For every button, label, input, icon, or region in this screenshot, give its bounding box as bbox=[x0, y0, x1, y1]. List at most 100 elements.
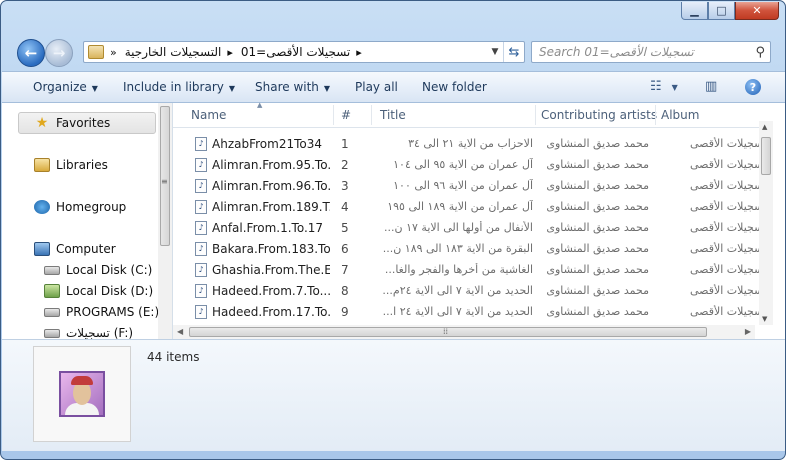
table-row[interactable]: ♪ Hadeed.From.17.To... 9 الحديد من الاية ٧ … bbox=[173, 302, 769, 323]
search-box[interactable]: Search تسجيلات الأقصى=01 ⚲ bbox=[531, 41, 771, 63]
address-bar[interactable]: » التسجيلات الخارجية ▸ تسجيلات الأقصى=01… bbox=[83, 41, 525, 63]
nav-item-libraries[interactable]: Libraries bbox=[34, 158, 108, 172]
scroll-left-icon[interactable]: ◀ bbox=[177, 327, 183, 336]
close-button[interactable]: ✕ bbox=[735, 2, 779, 20]
track-title: الحديد من الاية ٧ الى الاية ٢٤م... bbox=[382, 284, 533, 297]
view-options-button[interactable]: ☷ ▼ bbox=[650, 79, 678, 94]
column-divider[interactable] bbox=[333, 105, 334, 125]
include-in-library-button[interactable]: Include in library ▼ bbox=[123, 80, 235, 94]
table-row[interactable]: ♪ Ghashia.From.The.E... 7 الغاشية من أخرها … bbox=[173, 260, 769, 281]
include-label: Include in library bbox=[123, 80, 224, 94]
table-row[interactable]: ♪ AhzabFrom21To34 1 الاحزاب من الاية ٢١ الى… bbox=[173, 134, 769, 155]
address-dropdown-button[interactable]: ▼ bbox=[487, 47, 503, 57]
help-button[interactable]: ? bbox=[745, 79, 761, 95]
preview-pane-button[interactable]: ▥ bbox=[705, 79, 717, 94]
forward-button[interactable]: → bbox=[45, 39, 73, 67]
breadcrumb-separator[interactable]: ▸ bbox=[227, 46, 233, 59]
nav-pane-scrollbar[interactable]: ≡ bbox=[158, 103, 172, 339]
play-all-button[interactable]: Play all bbox=[355, 80, 398, 94]
column-divider[interactable] bbox=[655, 105, 656, 125]
table-row[interactable]: ♪ Bakara.From.183.To... 6 البقرة من الاية ١… bbox=[173, 239, 769, 260]
nav-item-homegroup[interactable]: Homegroup bbox=[34, 200, 126, 214]
album-name: تسجيلات الأقصى bbox=[689, 179, 767, 192]
chevron-down-icon: ▼ bbox=[228, 84, 236, 93]
album-name: تسجيلات الأقصى bbox=[689, 200, 767, 213]
column-header-number[interactable]: # bbox=[341, 108, 351, 122]
item-count: 44 items bbox=[147, 350, 200, 364]
column-divider[interactable] bbox=[371, 105, 372, 125]
table-row[interactable]: ♪ Anfal.From.1.To.17 5 الأنفال من أولها الى… bbox=[173, 218, 769, 239]
refresh-icon: ⇆ bbox=[508, 44, 520, 60]
contributing-artist: محمد صديق المنشاوى bbox=[546, 137, 649, 150]
chevron-down-icon: ▼ bbox=[91, 84, 98, 93]
file-name: Bakara.From.183.To... bbox=[212, 242, 330, 256]
search-icon[interactable]: ⚲ bbox=[755, 45, 765, 60]
scroll-right-icon[interactable]: ▶ bbox=[745, 327, 751, 336]
breadcrumb-current[interactable]: تسجيلات الأقصى=01 bbox=[241, 45, 350, 59]
table-row[interactable]: ♪ Alimran.From.189.T... 4 آل عمران من الاية… bbox=[173, 197, 769, 218]
nav-label: Computer bbox=[56, 242, 116, 256]
file-name: AhzabFrom21To34 bbox=[212, 137, 322, 151]
drive-icon bbox=[44, 307, 60, 317]
audio-file-icon: ♪ bbox=[195, 242, 207, 256]
file-name: Alimran.From.96.To... bbox=[212, 179, 330, 193]
column-header-title[interactable]: Title bbox=[380, 108, 406, 122]
details-pane: 44 items bbox=[2, 339, 785, 451]
column-divider[interactable] bbox=[535, 105, 536, 125]
audio-file-icon: ♪ bbox=[195, 305, 207, 319]
drive-icon bbox=[44, 284, 60, 298]
audio-file-icon: ♪ bbox=[195, 200, 207, 214]
track-number: 4 bbox=[341, 200, 349, 214]
chevron-down-icon: ▼ bbox=[671, 83, 678, 92]
table-row[interactable]: ♪ Alimran.From.95.To... 2 آل عمران من الاية… bbox=[173, 155, 769, 176]
table-row[interactable]: ♪ Alimran.From.96.To... 3 آل عمران من الاية… bbox=[173, 176, 769, 197]
album-name: تسجيلات الأقصى bbox=[689, 263, 767, 276]
breadcrumb-overflow[interactable]: » bbox=[110, 46, 117, 59]
libraries-icon bbox=[34, 158, 50, 172]
track-title: آل عمران من الاية ٩٥ الى ١٠٤ bbox=[393, 158, 533, 171]
breadcrumb-separator-end[interactable]: ▸ bbox=[356, 46, 362, 59]
nav-item-drive-c[interactable]: Local Disk (C:) bbox=[44, 263, 152, 277]
contributing-artist: محمد صديق المنشاوى bbox=[546, 179, 649, 192]
nav-pane-scroll-thumb[interactable] bbox=[160, 106, 170, 246]
new-folder-button[interactable]: New folder bbox=[422, 80, 487, 94]
grip-icon: ≡ bbox=[161, 177, 168, 186]
column-header-artists[interactable]: Contributing artists bbox=[541, 108, 657, 122]
column-header-name[interactable]: Name bbox=[191, 108, 226, 122]
audio-file-icon: ♪ bbox=[195, 221, 207, 235]
organize-button[interactable]: Organize ▼ bbox=[33, 80, 98, 94]
file-list-horizontal-scrollbar[interactable]: ◀ ⁞⁞ ▶ bbox=[173, 325, 755, 339]
nav-label: Local Disk (C:) bbox=[66, 263, 153, 277]
help-icon: ? bbox=[749, 80, 757, 94]
file-list: ▲ Name # Title Contributing artists Albu… bbox=[173, 101, 785, 339]
details-view-icon: ☷ bbox=[650, 79, 662, 94]
track-number: 3 bbox=[341, 179, 349, 193]
refresh-button[interactable]: ⇆ bbox=[503, 42, 524, 62]
minimize-button[interactable]: ▁ bbox=[681, 2, 708, 20]
nav-item-drive-f[interactable]: تسجيلات (F:) bbox=[44, 326, 133, 340]
table-row[interactable]: ♪ Hadeed.From.7.To... 8 الحديد من الاية ٧ ا… bbox=[173, 281, 769, 302]
track-number: 9 bbox=[341, 305, 349, 319]
share-with-button[interactable]: Share with ▼ bbox=[255, 80, 330, 94]
search-input[interactable]: Search تسجيلات الأقصى=01 bbox=[539, 45, 694, 59]
nav-item-drive-e[interactable]: PROGRAMS (E:) bbox=[44, 305, 159, 319]
column-header-album[interactable]: Album bbox=[661, 108, 699, 122]
column-header-row: ▲ Name # Title Contributing artists Albu… bbox=[173, 101, 769, 128]
file-list-vertical-scrollbar[interactable]: ▲ ▼ bbox=[759, 121, 773, 325]
nav-item-drive-d[interactable]: Local Disk (D:) bbox=[44, 284, 153, 298]
navigation-bar: ← → » التسجيلات الخارجية ▸ تسجيلات الأقص… bbox=[1, 35, 785, 71]
breadcrumb-parent[interactable]: التسجيلات الخارجية bbox=[125, 45, 222, 59]
back-button[interactable]: ← bbox=[17, 39, 45, 67]
scroll-up-icon[interactable]: ▲ bbox=[762, 123, 767, 131]
album-name: تسجيلات الأقصى bbox=[689, 137, 767, 150]
vertical-scroll-thumb[interactable] bbox=[761, 137, 771, 175]
computer-icon bbox=[34, 242, 50, 256]
track-title: الاحزاب من الاية ٢١ الى ٣٤ bbox=[408, 137, 533, 150]
nav-item-computer[interactable]: Computer bbox=[34, 242, 116, 256]
maximize-button[interactable]: □ bbox=[708, 2, 735, 20]
scroll-down-icon[interactable]: ▼ bbox=[762, 315, 767, 323]
contributing-artist: محمد صديق المنشاوى bbox=[546, 284, 649, 297]
contributing-artist: محمد صديق المنشاوى bbox=[546, 200, 649, 213]
track-number: 5 bbox=[341, 221, 349, 235]
nav-item-favorites[interactable]: ★ Favorites bbox=[34, 115, 111, 131]
